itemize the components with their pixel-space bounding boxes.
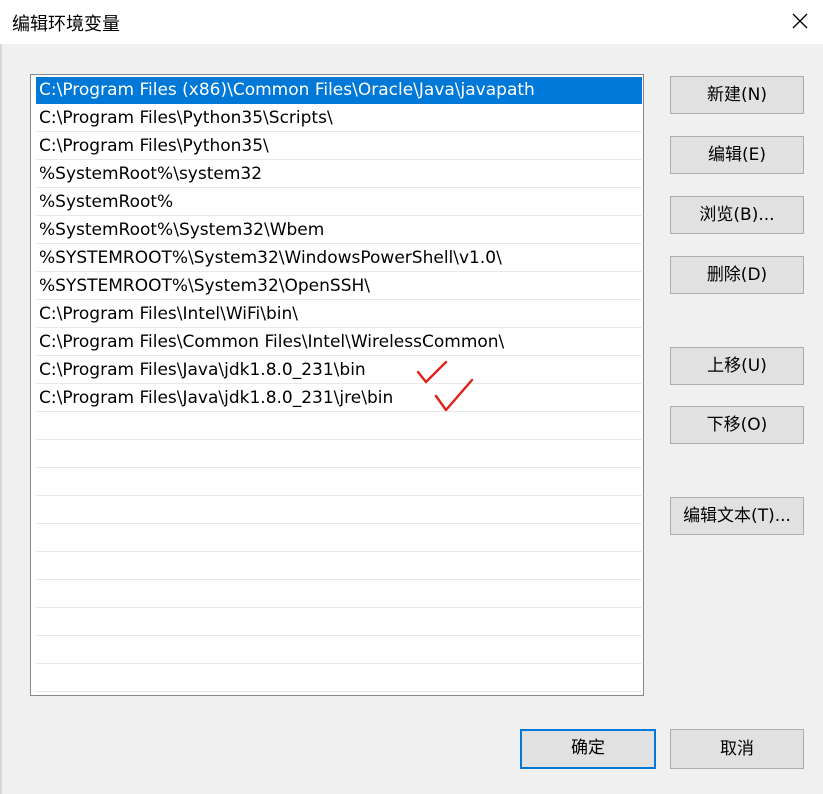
checkmark-icon bbox=[434, 378, 474, 412]
cancel-button[interactable]: 取消 bbox=[670, 729, 804, 769]
move-down-button[interactable]: 下移(O) bbox=[670, 406, 804, 444]
ok-button[interactable]: 确定 bbox=[520, 729, 656, 769]
list-item[interactable]: %SystemRoot%\system32 bbox=[36, 161, 642, 188]
title-bar: 编辑环境变量 bbox=[0, 0, 823, 44]
path-list[interactable]: C:\Program Files (x86)\Common Files\Orac… bbox=[30, 74, 644, 696]
browse-button[interactable]: 浏览(B)... bbox=[670, 196, 804, 234]
empty-list-row[interactable] bbox=[36, 637, 642, 664]
new-button[interactable]: 新建(N) bbox=[670, 76, 804, 114]
list-item[interactable]: C:\Program Files (x86)\Common Files\Orac… bbox=[36, 77, 642, 104]
list-item[interactable]: C:\Program Files\Java\jdk1.8.0_231\jre\b… bbox=[36, 385, 642, 412]
empty-list-row[interactable] bbox=[36, 609, 642, 636]
empty-list-row[interactable] bbox=[36, 553, 642, 580]
empty-list-row[interactable] bbox=[36, 441, 642, 468]
list-item[interactable]: %SYSTEMROOT%\System32\OpenSSH\ bbox=[36, 273, 642, 300]
edit-button[interactable]: 编辑(E) bbox=[670, 136, 804, 174]
list-item[interactable]: %SYSTEMROOT%\System32\WindowsPowerShell\… bbox=[36, 245, 642, 272]
empty-list-row[interactable] bbox=[36, 665, 642, 692]
list-item[interactable]: C:\Program Files\Intel\WiFi\bin\ bbox=[36, 301, 642, 328]
edit-text-button[interactable]: 编辑文本(T)... bbox=[670, 497, 804, 535]
empty-list-row[interactable] bbox=[36, 497, 642, 524]
delete-button[interactable]: 删除(D) bbox=[670, 256, 804, 294]
list-item[interactable]: %SystemRoot%\System32\Wbem bbox=[36, 217, 642, 244]
empty-list-row[interactable] bbox=[36, 469, 642, 496]
list-item[interactable]: C:\Program Files\Common Files\Intel\Wire… bbox=[36, 329, 642, 356]
empty-list-row[interactable] bbox=[36, 413, 642, 440]
empty-list-row[interactable] bbox=[36, 581, 642, 608]
empty-list-row[interactable] bbox=[36, 525, 642, 552]
window-title: 编辑环境变量 bbox=[12, 14, 120, 35]
window-edge bbox=[0, 44, 2, 794]
list-item[interactable]: C:\Program Files\Java\jdk1.8.0_231\bin bbox=[36, 357, 642, 384]
list-item[interactable]: %SystemRoot% bbox=[36, 189, 642, 216]
list-item[interactable]: C:\Program Files\Python35\ bbox=[36, 133, 642, 160]
move-up-button[interactable]: 上移(U) bbox=[670, 347, 804, 385]
list-item[interactable]: C:\Program Files\Python35\Scripts\ bbox=[36, 105, 642, 132]
close-icon[interactable] bbox=[785, 6, 815, 36]
